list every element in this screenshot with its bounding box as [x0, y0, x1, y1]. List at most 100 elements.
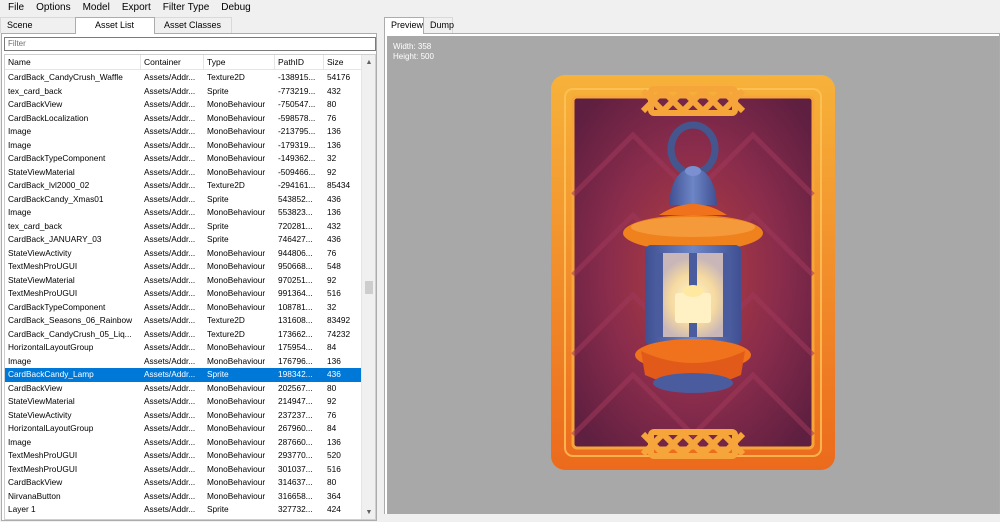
table-row[interactable]: Image Assets/Addr... MonoBehaviour -213795.…	[5, 125, 362, 139]
cell-type: Sprite	[207, 193, 229, 204]
cell-type: Sprite	[207, 504, 229, 514]
cell-type: MonoBehaviour	[207, 261, 266, 271]
cell-pathid: 198342...	[278, 369, 313, 379]
tab-preview[interactable]: Preview	[384, 17, 424, 34]
table-row[interactable]: CardBackCandy_Xmas01 Assets/Addr... Sprite…	[5, 193, 362, 207]
menu-export[interactable]: Export	[116, 0, 157, 15]
cell-type: MonoBehaviour	[207, 409, 266, 420]
cell-type: Texture2D	[207, 328, 245, 339]
filter-input[interactable]: Filter	[4, 37, 376, 51]
table-row[interactable]: Image Assets/Addr... MonoBehaviour 287660..…	[5, 436, 362, 450]
cell-name: Image	[8, 207, 32, 217]
cell-pathid: 553823...	[278, 207, 313, 217]
cell-size: 92	[327, 166, 337, 177]
cell-container: Assets/Addr...	[144, 180, 196, 190]
cell-size: 85434	[327, 180, 351, 190]
tab-asset-list[interactable]: Asset List	[75, 17, 155, 34]
table-row[interactable]: CardBackLocalization Assets/Addr... MonoBe…	[5, 112, 362, 126]
table-row[interactable]: TextMeshProUGUI Assets/Addr... MonoBehavio…	[5, 449, 362, 463]
cell-container: Assets/Addr...	[144, 301, 196, 312]
triangle-down-icon[interactable]: ▼	[362, 505, 375, 519]
cell-container: Assets/Addr...	[144, 166, 196, 177]
cell-size: 136	[327, 139, 341, 150]
cell-pathid: -149362...	[278, 153, 316, 163]
cell-size: 32	[327, 153, 337, 163]
menu-model[interactable]: Model	[77, 0, 116, 15]
cell-pathid: 175954...	[278, 342, 313, 352]
cell-size: 136	[327, 436, 341, 447]
image-width-label: Width: 358	[393, 42, 432, 51]
table-row[interactable]: HorizontalLayoutGroup Assets/Addr... MonoB…	[5, 422, 362, 436]
cell-size: 76	[327, 247, 337, 258]
cell-container: Assets/Addr...	[144, 193, 196, 204]
cell-container: Assets/Addr...	[144, 436, 196, 447]
cell-container: Assets/Addr...	[144, 477, 196, 487]
cell-name: HorizontalLayoutGroup	[8, 342, 94, 352]
cell-name: NirvanaButton	[8, 490, 61, 501]
menu-filter-type[interactable]: Filter Type	[157, 0, 216, 15]
cell-pathid: 991364...	[278, 288, 313, 298]
cell-container: Assets/Addr...	[144, 139, 196, 150]
menu-debug[interactable]: Debug	[215, 0, 256, 15]
table-row[interactable]: StateViewMaterial Assets/Addr... MonoBehav…	[5, 166, 362, 180]
preview-area: Width: 358 Height: 500	[387, 36, 999, 520]
table-row[interactable]: CardBackTypeComponent Assets/Addr... MonoB…	[5, 152, 362, 166]
table-row[interactable]: StateViewActivity Assets/Addr... MonoBehav…	[5, 409, 362, 423]
cell-name: Image	[8, 139, 32, 150]
table-row[interactable]: Image Assets/Addr... MonoBehaviour -179319.…	[5, 139, 362, 153]
cell-size: 92	[327, 396, 337, 406]
triangle-up-icon[interactable]: ▲	[362, 55, 375, 69]
table-row[interactable]: CardBackView Assets/Addr... MonoBehaviour 3…	[5, 476, 362, 490]
cell-type: MonoBehaviour	[207, 450, 266, 460]
table-row[interactable]: StateViewMaterial Assets/Addr... MonoBehav…	[5, 395, 362, 409]
table-row[interactable]: CardBack_Seasons_06_Rainbow Assets/Addr..…	[5, 314, 362, 328]
column-header-pathid[interactable]: PathID	[275, 55, 324, 70]
table-row[interactable]: CardBackView Assets/Addr... MonoBehaviour -…	[5, 98, 362, 112]
column-header-size[interactable]: Size	[324, 55, 362, 70]
cell-size: 92	[327, 274, 337, 285]
cell-container: Assets/Addr...	[144, 153, 196, 163]
table-row[interactable]: CardBackTypeComponent Assets/Addr... MonoB…	[5, 301, 362, 315]
table-row[interactable]: Layer 1 Assets/Addr... Sprite 327732... 424	[5, 503, 362, 517]
table-row[interactable]: TextMeshProUGUI Assets/Addr... MonoBehavio…	[5, 287, 362, 301]
table-row[interactable]: HorizontalLayoutGroup Assets/Addr... MonoB…	[5, 341, 362, 355]
menu-options[interactable]: Options	[30, 0, 76, 15]
cell-size: 80	[327, 382, 337, 393]
tab-dump[interactable]: Dump	[423, 17, 454, 33]
tab-asset-classes[interactable]: Asset Classes	[154, 17, 232, 33]
table-row[interactable]: StateViewActivity Assets/Addr... MonoBehav…	[5, 247, 362, 261]
cell-type: MonoBehaviour	[207, 247, 266, 258]
cell-size: 84	[327, 423, 337, 433]
asset-table: Name Container Type PathID Size CardBack…	[4, 54, 376, 520]
cell-container: Assets/Addr...	[144, 72, 196, 82]
cell-container: Assets/Addr...	[144, 85, 196, 96]
cell-pathid: -750547...	[278, 99, 316, 109]
table-row[interactable]: CardBackCandy_Lamp Assets/Addr... Sprite 19…	[5, 368, 362, 382]
menu-file[interactable]: File	[0, 0, 30, 15]
tab-scene-hierarchy[interactable]: Scene Hierarchy	[0, 17, 76, 45]
cell-size: 516	[327, 463, 341, 474]
table-row[interactable]: StateViewMaterial Assets/Addr... MonoBehav…	[5, 274, 362, 288]
table-row[interactable]: CardBack_CandyCrush_Waffle Assets/Addr...…	[5, 71, 362, 85]
table-row[interactable]: NirvanaButton Assets/Addr... MonoBehaviour…	[5, 490, 362, 504]
vertical-scrollbar[interactable]: ▲ ▼	[361, 55, 375, 519]
cell-name: CardBackView	[8, 99, 63, 109]
table-row[interactable]: TextMeshProUGUI Assets/Addr... MonoBehavio…	[5, 463, 362, 477]
cell-name: CardBackLocalization	[8, 112, 89, 123]
column-header-container[interactable]: Container	[141, 55, 204, 70]
table-row[interactable]: CardBackView Assets/Addr... MonoBehaviour 2…	[5, 382, 362, 396]
cell-size: 436	[327, 369, 341, 379]
table-row[interactable]: tex_card_back Assets/Addr... Sprite -773219…	[5, 85, 362, 99]
table-row[interactable]: tex_card_back Assets/Addr... Sprite 720281.…	[5, 220, 362, 234]
table-row[interactable]: CardBack_lvl2000_02 Assets/Addr... Texture…	[5, 179, 362, 193]
cell-type: MonoBehaviour	[207, 355, 266, 366]
scrollbar-thumb[interactable]	[365, 281, 373, 294]
table-row[interactable]: CardBack_CandyCrush_05_Liq... Assets/Addr…	[5, 328, 362, 342]
table-row[interactable]: TextMeshProUGUI Assets/Addr... MonoBehavio…	[5, 260, 362, 274]
column-header-name[interactable]: Name	[5, 55, 141, 70]
table-row[interactable]: CardBack_JANUARY_03 Assets/Addr... Sprite 7…	[5, 233, 362, 247]
column-header-type[interactable]: Type	[204, 55, 275, 70]
table-row[interactable]: Image Assets/Addr... MonoBehaviour 553823..…	[5, 206, 362, 220]
cell-type: MonoBehaviour	[207, 477, 266, 487]
table-row[interactable]: Image Assets/Addr... MonoBehaviour 176796..…	[5, 355, 362, 369]
